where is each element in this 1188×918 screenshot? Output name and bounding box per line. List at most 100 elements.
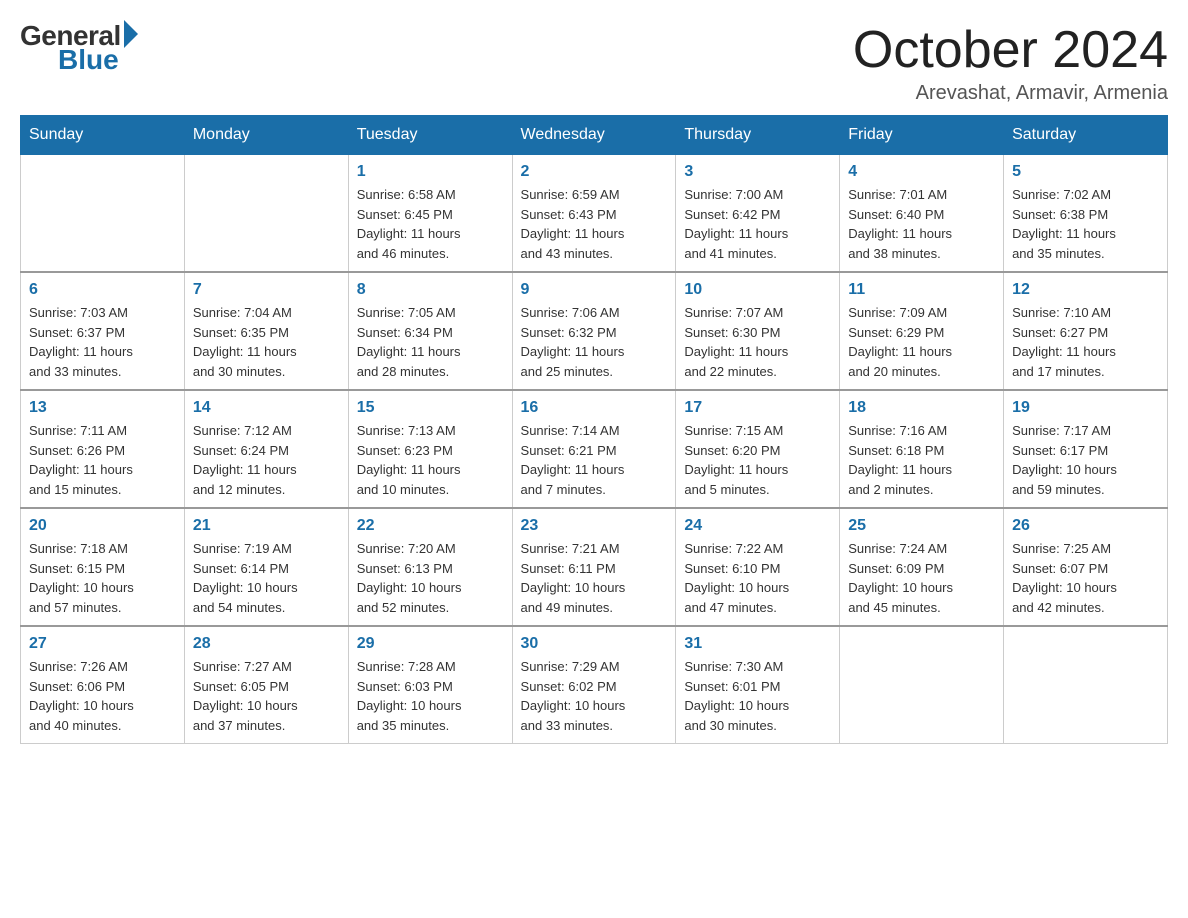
day-number: 24 xyxy=(684,517,831,535)
day-number: 30 xyxy=(521,635,668,653)
day-info: Sunrise: 7:15 AM Sunset: 6:20 PM Dayligh… xyxy=(684,421,831,499)
day-info: Sunrise: 7:29 AM Sunset: 6:02 PM Dayligh… xyxy=(521,657,668,735)
calendar-day-cell: 9Sunrise: 7:06 AM Sunset: 6:32 PM Daylig… xyxy=(512,272,676,390)
calendar-day-cell: 30 Sunrise: 7:29 AM Sunset: 6:02 PM Dayli… xyxy=(512,626,676,744)
calendar-day-cell: 13 Sunrise: 7:11 AM Sunset: 6:26 PM Dayli… xyxy=(21,390,185,508)
day-number: 7 xyxy=(193,281,340,299)
calendar-day-cell: 11 Sunrise: 7:09 AM Sunset: 6:29 PM Dayli… xyxy=(840,272,1004,390)
day-info: Sunrise: 7:00 AM Sunset: 6:42 PM Dayligh… xyxy=(684,185,831,263)
day-info: Sunrise: 7:11 AM Sunset: 6:26 PM Dayligh… xyxy=(29,421,176,499)
logo-blue-text: Blue xyxy=(58,44,119,76)
page-header: General Blue October 2024 Arevashat, Arm… xyxy=(20,20,1168,105)
day-number: 3 xyxy=(684,163,831,181)
day-info: Sunrise: 7:09 AM Sunset: 6:29 PM Dayligh… xyxy=(848,303,995,381)
day-number: 8 xyxy=(357,281,504,299)
day-number: 4 xyxy=(848,163,995,181)
day-info: Sunrise: 6:59 AM Sunset: 6:43 PM Dayligh… xyxy=(521,185,668,263)
calendar-day-cell: 27 Sunrise: 7:26 AM Sunset: 6:06 PM Dayli… xyxy=(21,626,185,744)
calendar-header-cell: Saturday xyxy=(1004,116,1168,155)
calendar-day-cell xyxy=(1004,626,1168,744)
calendar-day-cell: 23 Sunrise: 7:21 AM Sunset: 6:11 PM Dayli… xyxy=(512,508,676,626)
day-number: 16 xyxy=(521,399,668,417)
calendar-day-cell: 7 Sunrise: 7:04 AM Sunset: 6:35 PM Daylig… xyxy=(184,272,348,390)
calendar-table: SundayMondayTuesdayWednesdayThursdayFrid… xyxy=(20,115,1168,744)
day-info: Sunrise: 7:05 AM Sunset: 6:34 PM Dayligh… xyxy=(357,303,504,381)
day-number: 10 xyxy=(684,281,831,299)
day-info: Sunrise: 7:21 AM Sunset: 6:11 PM Dayligh… xyxy=(521,539,668,617)
header-row: SundayMondayTuesdayWednesdayThursdayFrid… xyxy=(21,116,1168,155)
day-info: Sunrise: 7:27 AM Sunset: 6:05 PM Dayligh… xyxy=(193,657,340,735)
day-info: Sunrise: 7:25 AM Sunset: 6:07 PM Dayligh… xyxy=(1012,539,1159,617)
day-info: Sunrise: 7:01 AM Sunset: 6:40 PM Dayligh… xyxy=(848,185,995,263)
calendar-week-row: 27 Sunrise: 7:26 AM Sunset: 6:06 PM Dayli… xyxy=(21,626,1168,744)
day-number: 27 xyxy=(29,635,176,653)
calendar-day-cell: 3 Sunrise: 7:00 AM Sunset: 6:42 PM Daylig… xyxy=(676,155,840,273)
calendar-day-cell: 19Sunrise: 7:17 AM Sunset: 6:17 PM Dayli… xyxy=(1004,390,1168,508)
day-number: 1 xyxy=(357,163,504,181)
location-text: Arevashat, Armavir, Armenia xyxy=(853,82,1168,105)
calendar-header-cell: Friday xyxy=(840,116,1004,155)
calendar-day-cell: 1 Sunrise: 6:58 AM Sunset: 6:45 PM Daylig… xyxy=(348,155,512,273)
calendar-day-cell: 28 Sunrise: 7:27 AM Sunset: 6:05 PM Dayli… xyxy=(184,626,348,744)
calendar-day-cell xyxy=(21,155,185,273)
calendar-day-cell: 17 Sunrise: 7:15 AM Sunset: 6:20 PM Dayli… xyxy=(676,390,840,508)
calendar-day-cell: 8 Sunrise: 7:05 AM Sunset: 6:34 PM Daylig… xyxy=(348,272,512,390)
calendar-day-cell: 10Sunrise: 7:07 AM Sunset: 6:30 PM Dayli… xyxy=(676,272,840,390)
calendar-day-cell: 31 Sunrise: 7:30 AM Sunset: 6:01 PM Dayli… xyxy=(676,626,840,744)
title-section: October 2024 Arevashat, Armavir, Armenia xyxy=(853,20,1168,105)
calendar-day-cell: 26 Sunrise: 7:25 AM Sunset: 6:07 PM Dayli… xyxy=(1004,508,1168,626)
calendar-day-cell: 21Sunrise: 7:19 AM Sunset: 6:14 PM Dayli… xyxy=(184,508,348,626)
calendar-day-cell xyxy=(840,626,1004,744)
calendar-header-cell: Sunday xyxy=(21,116,185,155)
day-info: Sunrise: 7:28 AM Sunset: 6:03 PM Dayligh… xyxy=(357,657,504,735)
day-info: Sunrise: 7:26 AM Sunset: 6:06 PM Dayligh… xyxy=(29,657,176,735)
logo: General Blue xyxy=(20,20,138,76)
day-info: Sunrise: 7:14 AM Sunset: 6:21 PM Dayligh… xyxy=(521,421,668,499)
day-info: Sunrise: 6:58 AM Sunset: 6:45 PM Dayligh… xyxy=(357,185,504,263)
day-number: 26 xyxy=(1012,517,1159,535)
calendar-day-cell: 18Sunrise: 7:16 AM Sunset: 6:18 PM Dayli… xyxy=(840,390,1004,508)
day-info: Sunrise: 7:18 AM Sunset: 6:15 PM Dayligh… xyxy=(29,539,176,617)
day-number: 23 xyxy=(521,517,668,535)
day-number: 22 xyxy=(357,517,504,535)
calendar-header: SundayMondayTuesdayWednesdayThursdayFrid… xyxy=(21,116,1168,155)
day-number: 11 xyxy=(848,281,995,299)
calendar-week-row: 20 Sunrise: 7:18 AM Sunset: 6:15 PM Dayli… xyxy=(21,508,1168,626)
calendar-header-cell: Wednesday xyxy=(512,116,676,155)
calendar-week-row: 13 Sunrise: 7:11 AM Sunset: 6:26 PM Dayli… xyxy=(21,390,1168,508)
calendar-day-cell: 5Sunrise: 7:02 AM Sunset: 6:38 PM Daylig… xyxy=(1004,155,1168,273)
calendar-day-cell: 16 Sunrise: 7:14 AM Sunset: 6:21 PM Dayli… xyxy=(512,390,676,508)
day-number: 28 xyxy=(193,635,340,653)
calendar-day-cell: 29 Sunrise: 7:28 AM Sunset: 6:03 PM Dayli… xyxy=(348,626,512,744)
day-number: 31 xyxy=(684,635,831,653)
month-title: October 2024 xyxy=(853,20,1168,80)
day-number: 15 xyxy=(357,399,504,417)
calendar-week-row: 1 Sunrise: 6:58 AM Sunset: 6:45 PM Daylig… xyxy=(21,155,1168,273)
day-info: Sunrise: 7:04 AM Sunset: 6:35 PM Dayligh… xyxy=(193,303,340,381)
calendar-day-cell: 20 Sunrise: 7:18 AM Sunset: 6:15 PM Dayli… xyxy=(21,508,185,626)
day-info: Sunrise: 7:24 AM Sunset: 6:09 PM Dayligh… xyxy=(848,539,995,617)
day-number: 13 xyxy=(29,399,176,417)
calendar-day-cell: 25Sunrise: 7:24 AM Sunset: 6:09 PM Dayli… xyxy=(840,508,1004,626)
day-number: 29 xyxy=(357,635,504,653)
calendar-day-cell: 24Sunrise: 7:22 AM Sunset: 6:10 PM Dayli… xyxy=(676,508,840,626)
calendar-day-cell: 6 Sunrise: 7:03 AM Sunset: 6:37 PM Daylig… xyxy=(21,272,185,390)
calendar-header-cell: Monday xyxy=(184,116,348,155)
calendar-week-row: 6 Sunrise: 7:03 AM Sunset: 6:37 PM Daylig… xyxy=(21,272,1168,390)
logo-arrow-icon xyxy=(124,20,138,48)
day-number: 20 xyxy=(29,517,176,535)
calendar-day-cell: 12Sunrise: 7:10 AM Sunset: 6:27 PM Dayli… xyxy=(1004,272,1168,390)
day-info: Sunrise: 7:19 AM Sunset: 6:14 PM Dayligh… xyxy=(193,539,340,617)
calendar-day-cell: 2Sunrise: 6:59 AM Sunset: 6:43 PM Daylig… xyxy=(512,155,676,273)
day-info: Sunrise: 7:30 AM Sunset: 6:01 PM Dayligh… xyxy=(684,657,831,735)
day-number: 14 xyxy=(193,399,340,417)
day-info: Sunrise: 7:10 AM Sunset: 6:27 PM Dayligh… xyxy=(1012,303,1159,381)
day-info: Sunrise: 7:16 AM Sunset: 6:18 PM Dayligh… xyxy=(848,421,995,499)
calendar-day-cell: 14Sunrise: 7:12 AM Sunset: 6:24 PM Dayli… xyxy=(184,390,348,508)
day-number: 17 xyxy=(684,399,831,417)
day-info: Sunrise: 7:03 AM Sunset: 6:37 PM Dayligh… xyxy=(29,303,176,381)
calendar-day-cell: 22Sunrise: 7:20 AM Sunset: 6:13 PM Dayli… xyxy=(348,508,512,626)
day-number: 5 xyxy=(1012,163,1159,181)
day-number: 9 xyxy=(521,281,668,299)
day-number: 6 xyxy=(29,281,176,299)
